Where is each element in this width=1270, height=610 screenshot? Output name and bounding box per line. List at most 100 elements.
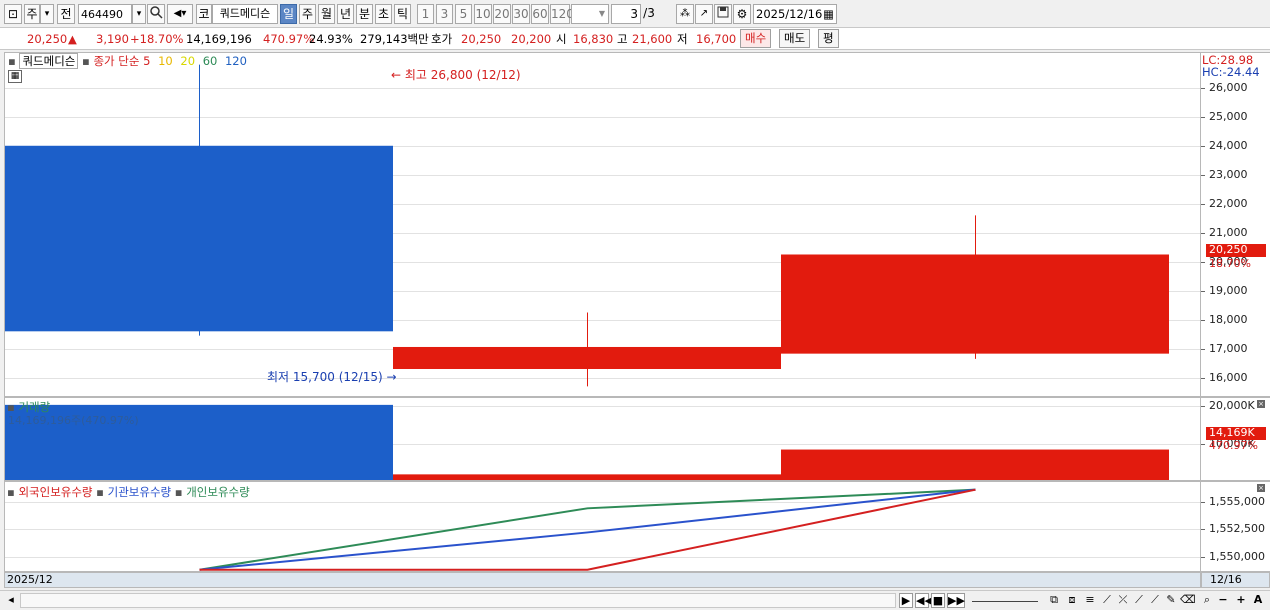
holdings-line-institution (199, 488, 976, 571)
page-input[interactable]: 3 (611, 4, 641, 24)
close-icon[interactable]: × (1257, 484, 1265, 492)
volume-tick-label: 20,000K (1201, 398, 1255, 412)
tab-tick[interactable]: 틱 (394, 4, 411, 24)
zoom-slider[interactable] (972, 593, 1038, 602)
legend-foreign: 외국인보유수량 (18, 485, 93, 499)
pen-tool-icon[interactable]: ✎ (1164, 593, 1178, 608)
price-tick-label: 16,000 (1201, 370, 1248, 384)
link-icon[interactable]: ⁂ (676, 4, 694, 24)
tab-week[interactable]: 주 (299, 4, 316, 24)
price-tick-label: 21,000 (1201, 225, 1248, 239)
cross-tool-icon[interactable]: ⤫ (1116, 593, 1130, 608)
price-tick-label: 23,000 (1201, 167, 1248, 181)
holdings-legend: ▪ 외국인보유수량 ▪ 기관보유수량 ▪ 개인보유수량 (7, 485, 250, 499)
tab-minute[interactable]: 분 (356, 4, 373, 24)
price-tick-label: 17,000 (1201, 341, 1248, 355)
interval-10[interactable]: 10 (474, 4, 492, 24)
gear-icon[interactable]: ⚙ (733, 4, 751, 24)
search-icon[interactable] (147, 4, 165, 24)
price-tick-label: 19,000 (1201, 283, 1248, 297)
speaker-icon[interactable]: ◀▾ (167, 4, 193, 24)
open-price: 16,830 (573, 32, 614, 46)
market-type-label: 코 (196, 4, 212, 24)
prev-button[interactable]: 전 (57, 4, 75, 24)
high-label: 고 (617, 32, 628, 46)
interval-120[interactable]: 120 (550, 4, 574, 24)
interval-30[interactable]: 30 (512, 4, 530, 24)
zoom-out-icon[interactable]: − (1216, 593, 1230, 608)
last-price-tag: 20,250 (1206, 244, 1266, 257)
date-input[interactable]: 2025/12/16 ▦ (753, 4, 837, 24)
last-price-pct: 18.70% (1209, 257, 1251, 270)
interval-select[interactable]: ▼ (571, 4, 609, 24)
code-dropdown-icon[interactable]: ▾ (132, 4, 146, 24)
price-legend: ▪ 쿼드메디슨 ▪ 종가 단순 5 10 20 60 120 (8, 53, 247, 69)
scroll-left-icon[interactable]: ◂ (4, 593, 18, 608)
line-tool-icon[interactable]: ⟋ (1100, 593, 1114, 608)
last-volume-pct: 470.97% (1209, 439, 1258, 452)
buy-button[interactable]: 매수 (740, 29, 772, 48)
draw-tool-icon[interactable]: ↗ (695, 4, 713, 24)
volume-chart[interactable] (5, 398, 1201, 481)
interval-5[interactable]: 5 (455, 4, 472, 24)
trade-amount: 279,143백만 (360, 32, 429, 46)
sell-button[interactable]: 매도 (779, 29, 811, 48)
stop-icon[interactable]: ■ (931, 593, 945, 608)
zoom-in-icon[interactable]: + (1234, 593, 1248, 608)
holdings-panel[interactable]: ▪ 외국인보유수량 ▪ 기관보유수량 ▪ 개인보유수량 (4, 481, 1201, 572)
layout-2-icon[interactable]: ⧈ (1064, 593, 1080, 608)
interval-1[interactable]: 1 (417, 4, 434, 24)
price-change-pct: +18.70% (130, 32, 184, 46)
evaluate-button[interactable]: 평 (818, 29, 839, 48)
bid-price: 20,200 (511, 32, 552, 46)
interval-20[interactable]: 20 (493, 4, 511, 24)
market-dropdown-icon[interactable]: ▾ (40, 4, 54, 24)
volume-axis: 20,000K 10,000K 14,169K 470.97% × (1201, 397, 1270, 481)
bars-icon[interactable]: ≡ (1082, 593, 1098, 608)
tab-day[interactable]: 일 (280, 4, 297, 24)
volume-ratio: 470.97% (263, 32, 315, 46)
layout-icon[interactable]: ⧉ (1046, 593, 1062, 608)
fib-tool-icon[interactable]: ⟋ (1148, 593, 1162, 608)
trend-tool-icon[interactable]: ⟋ (1132, 593, 1146, 608)
tab-second[interactable]: 초 (375, 4, 392, 24)
low-label: 저 (677, 32, 688, 46)
stock-name[interactable]: 쿼드메디슨 (212, 4, 278, 24)
interval-3[interactable]: 3 (436, 4, 453, 24)
toolbar: ⊡ 주 ▾ 전 ▾ ◀▾ 코 쿼드메디슨 일 주 월 년 분 초 틱 1 3 5… (0, 0, 1270, 28)
calendar-icon[interactable]: ▦ (823, 5, 834, 23)
save-icon[interactable] (714, 4, 732, 24)
holdings-tick-label: 1,552,500 (1201, 522, 1265, 536)
price-panel[interactable]: ▪ 쿼드메디슨 ▪ 종가 단순 5 10 20 60 120 ▦ ← 최고 26… (4, 52, 1201, 397)
ma-20-label: 20 (180, 54, 196, 68)
tab-year[interactable]: 년 (337, 4, 354, 24)
magnifier-icon[interactable]: ⌕ (1200, 593, 1214, 608)
volume-value: 14,169,196 (186, 32, 252, 46)
font-size-icon[interactable]: A (1251, 593, 1265, 608)
close-icon[interactable]: × (1257, 400, 1265, 408)
volume-panel[interactable]: ▪ 거래량 14,169,196주(470.97%) (4, 397, 1201, 481)
holdings-axis: 1,555,000 1,552,500 1,550,000 × (1201, 481, 1270, 572)
candlestick-chart[interactable] (5, 53, 1201, 397)
page-total: /3 (643, 6, 655, 20)
interval-60[interactable]: 60 (531, 4, 549, 24)
scrollbar-track[interactable] (20, 593, 896, 608)
ma-60-label: 60 (202, 54, 218, 68)
fast-forward-icon[interactable]: ▶▶ (947, 593, 965, 608)
x-axis: 2025/12 (4, 572, 1201, 588)
volume-bar (781, 449, 1169, 480)
price-tick-label: 25,000 (1201, 109, 1248, 123)
market-select[interactable]: 주 (24, 4, 40, 24)
eraser-icon[interactable]: ⌫ (1180, 593, 1196, 608)
ma-10-label: 10 (158, 54, 173, 68)
tab-month[interactable]: 월 (318, 4, 335, 24)
chart-stock-name[interactable]: 쿼드메디슨 (19, 53, 79, 69)
holdings-tick-label: 1,555,000 (1201, 494, 1265, 508)
window-menu-icon[interactable]: ⊡ (4, 4, 22, 24)
rewind-icon[interactable]: ◀◀ (915, 593, 933, 608)
calculator-icon[interactable]: ▦ (8, 70, 22, 83)
ask-label: 호가 (431, 32, 453, 46)
play-icon[interactable]: ▶ (899, 593, 913, 608)
stock-code-input[interactable] (78, 4, 132, 24)
price-tick-label: 24,000 (1201, 138, 1248, 152)
